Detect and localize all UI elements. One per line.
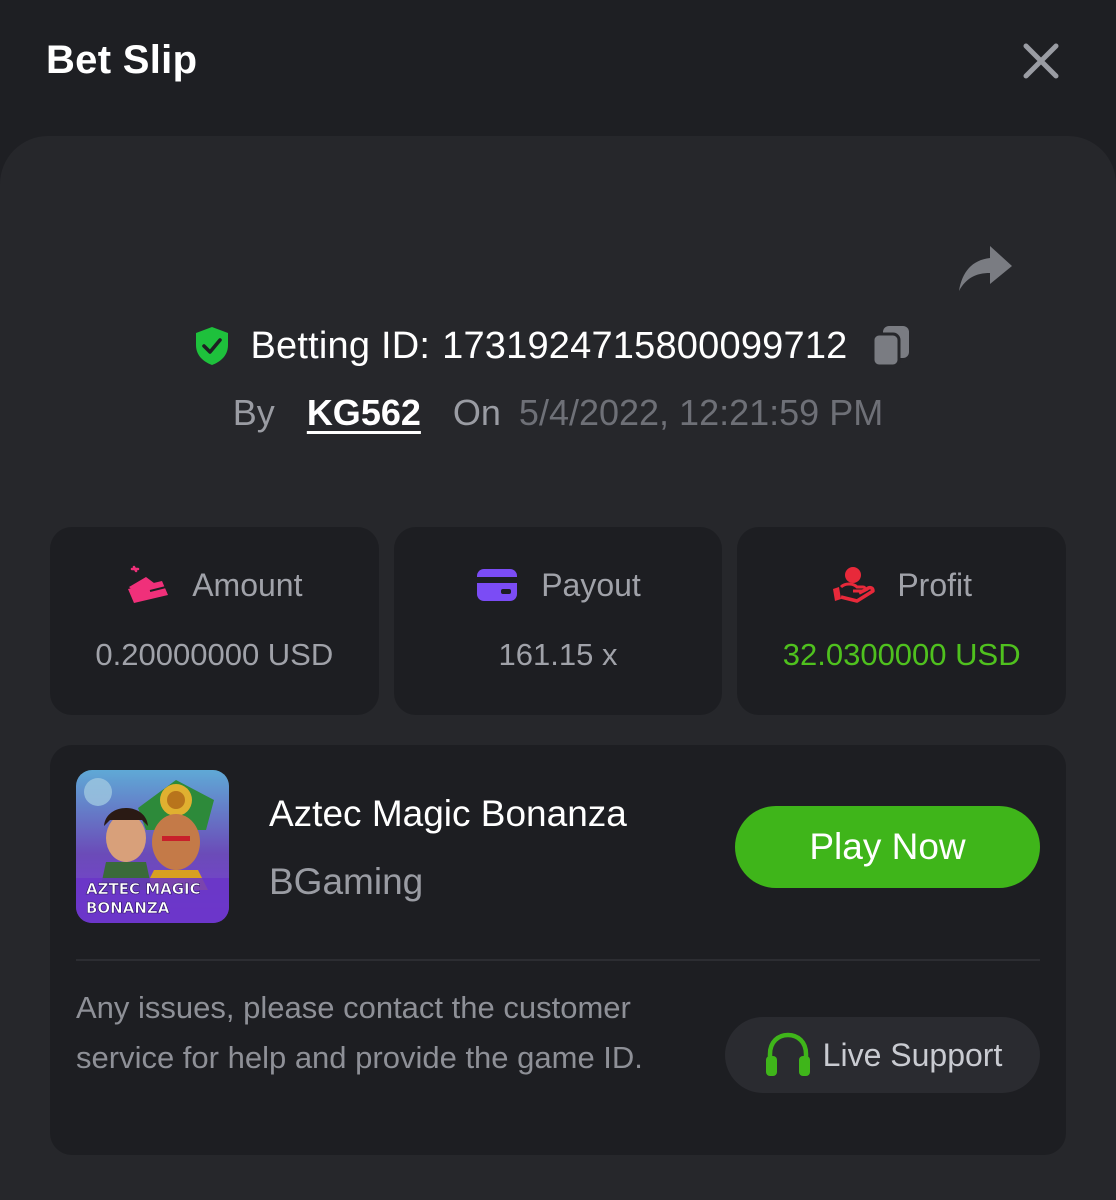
bet-datetime: 5/4/2022, 12:21:59 PM xyxy=(518,392,884,433)
on-label: On xyxy=(452,392,501,433)
thumbnail-logo-line2: BONANZA xyxy=(86,899,170,917)
stat-value: 0.20000000 USD xyxy=(95,637,334,672)
card-icon xyxy=(477,569,518,601)
live-support-label: Live Support xyxy=(822,1036,1003,1073)
thumbnail-logo-line1: AZTEC MAGIC xyxy=(86,880,201,898)
stat-profit: Profit 32.0300000 USD xyxy=(737,527,1067,715)
live-support-button[interactable]: Live Support xyxy=(725,1017,1040,1093)
wallet-money-icon xyxy=(128,565,169,603)
game-card: AZTEC MAGIC BONANZA Aztec Magic Bonanza … xyxy=(50,745,1066,1155)
bet-stats: Amount 0.20000000 USD Payout 161.15 x Pr… xyxy=(50,527,1067,715)
game-thumbnail[interactable]: AZTEC MAGIC BONANZA xyxy=(76,770,229,923)
username-link[interactable]: KG562 xyxy=(307,392,421,434)
stat-label: Profit xyxy=(897,566,973,603)
stat-amount: Amount 0.20000000 USD xyxy=(50,527,379,715)
play-now-button[interactable]: Play Now xyxy=(735,806,1040,888)
verified-shield-icon xyxy=(195,327,228,365)
page-title: Bet Slip xyxy=(46,38,198,82)
game-name[interactable]: Aztec Magic Bonanza xyxy=(269,793,627,835)
stat-label: Payout xyxy=(541,566,641,603)
by-label: By xyxy=(232,392,275,433)
stat-payout: Payout 161.15 x xyxy=(393,527,723,715)
stat-label: Amount xyxy=(192,566,303,603)
header: Bet Slip xyxy=(0,0,1116,136)
support-note: Any issues, please contact the customer … xyxy=(76,990,643,1075)
betting-id-value: 1731924715800099712 xyxy=(442,324,848,367)
close-icon[interactable] xyxy=(1020,40,1062,82)
game-provider: BGaming xyxy=(269,861,424,902)
headset-icon xyxy=(765,1032,810,1076)
bettor-row: By KG562 On 5/4/2022, 12:21:59 PM xyxy=(0,388,1116,438)
stat-value: 161.15 x xyxy=(498,637,618,672)
copy-icon[interactable] xyxy=(871,324,911,368)
betting-id-row: Betting ID: 1731924715800099712 xyxy=(0,318,1116,374)
divider xyxy=(76,959,1040,961)
share-icon[interactable] xyxy=(956,242,1014,294)
betting-id-label: Betting ID: xyxy=(250,324,431,367)
hand-coin-icon xyxy=(833,567,876,603)
stat-value: 32.0300000 USD xyxy=(782,637,1021,672)
